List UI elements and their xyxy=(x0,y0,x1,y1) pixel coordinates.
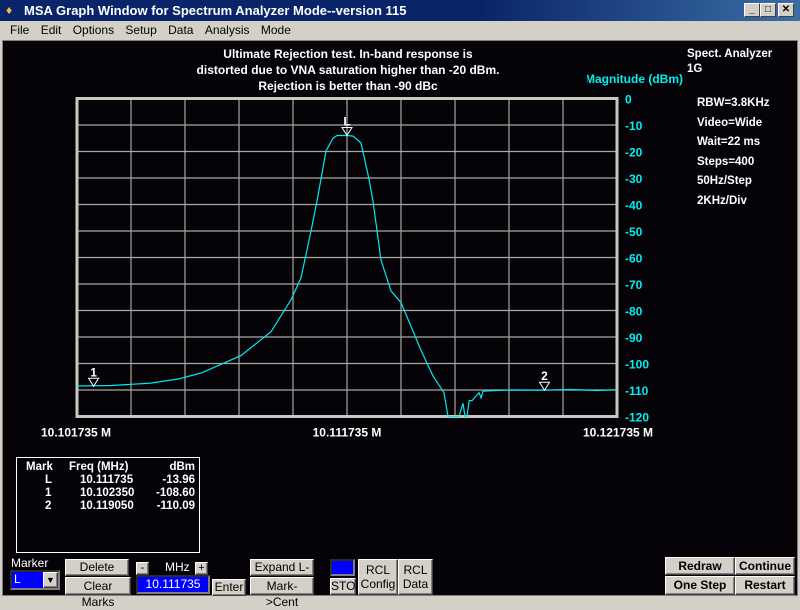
rcl-data-line: RCL xyxy=(403,563,428,577)
rcl-config-line: RCL xyxy=(365,563,390,577)
marker-select[interactable]: L ▼ xyxy=(10,570,60,590)
table-cell: 10.111735 xyxy=(80,474,134,486)
marker-label: L xyxy=(343,114,350,128)
delete-button[interactable]: Delete xyxy=(65,559,129,576)
column-header: Mark xyxy=(26,461,53,473)
y-tick-label: -10 xyxy=(625,119,643,133)
table-cell: 2 xyxy=(45,500,52,512)
marker-triangle-icon xyxy=(87,377,100,388)
color-swatch[interactable] xyxy=(330,559,355,576)
title-bar: ♦ MSA Graph Window for Spectrum Analyzer… xyxy=(0,0,800,21)
app-icon: ♦ xyxy=(6,3,13,17)
continue-button[interactable]: Continue xyxy=(735,557,795,575)
enter-button[interactable]: Enter xyxy=(212,579,246,596)
spectrum-plot: 0 -10 -20 -30 -40 -50 -60 -70 -80 -90 -100 -110 -120… xyxy=(41,93,653,440)
rcl-data-button[interactable]: RCL Data xyxy=(398,559,433,595)
mark-to-center-button[interactable]: Mark->Cent xyxy=(250,577,314,609)
marker-triangle-icon xyxy=(538,381,551,392)
y-tick-label: -40 xyxy=(625,199,643,213)
table-row: L 10.111735 -13.96 xyxy=(17,474,201,488)
menu-mode[interactable]: Mode xyxy=(261,23,291,37)
marker-label: 1 xyxy=(90,365,97,379)
y-tick-label: -120 xyxy=(625,411,649,425)
y-tick-label: -90 xyxy=(625,331,643,345)
table-row: 1 10.102350 -108.60 xyxy=(17,487,201,501)
y-tick-label: -30 xyxy=(625,172,643,186)
marker-label: 2 xyxy=(541,369,548,383)
y-tick-label: 0 xyxy=(625,93,632,107)
chevron-down-icon[interactable]: ▼ xyxy=(43,572,58,588)
y-tick-label: -50 xyxy=(625,225,643,239)
menu-data[interactable]: Data xyxy=(168,23,193,37)
table-cell: -13.96 xyxy=(162,474,195,486)
table-header: Mark Freq (MHz) dBm xyxy=(17,461,201,475)
table-cell: 1 xyxy=(45,487,52,499)
window-title: MSA Graph Window for Spectrum Analyzer M… xyxy=(24,3,407,18)
freq-minus-button[interactable]: - xyxy=(136,562,149,575)
menu-edit[interactable]: Edit xyxy=(41,23,62,37)
redraw-button[interactable]: Redraw xyxy=(665,557,735,575)
x-tick-label: 10.121735 M xyxy=(583,426,653,440)
column-header: Freq (MHz) xyxy=(69,461,129,473)
freq-plus-button[interactable]: + xyxy=(195,562,208,575)
rcl-data-line: Data xyxy=(402,577,429,591)
y-tick-label: -100 xyxy=(625,358,649,372)
table-cell: L xyxy=(45,474,53,486)
menu-setup[interactable]: Setup xyxy=(125,23,156,37)
table-cell: 10.119050 xyxy=(80,500,134,512)
table-row: 2 10.119050 -110.09 xyxy=(17,500,201,514)
maximize-button[interactable]: □ xyxy=(760,3,776,17)
y-tick-label: -60 xyxy=(625,252,643,266)
menu-options[interactable]: Options xyxy=(73,23,114,37)
restart-button[interactable]: Restart xyxy=(735,576,795,595)
table-cell: -108.60 xyxy=(155,487,195,499)
marker-label: Marker xyxy=(11,556,49,570)
column-header: dBm xyxy=(169,461,195,473)
rcl-config-button[interactable]: RCL Config xyxy=(358,559,398,595)
marker-table: Mark Freq (MHz) dBm L 10.111735 -13.96 1 10.102… xyxy=(16,457,200,553)
table-cell: -110.09 xyxy=(156,500,195,512)
one-step-button[interactable]: One Step xyxy=(665,576,735,595)
table-cell: 10.102350 xyxy=(80,487,135,499)
rcl-config-line: Config xyxy=(360,577,396,591)
y-tick-label: -70 xyxy=(625,278,643,292)
graph-area: Ultimate Rejection test. In-band respons… xyxy=(2,40,798,609)
x-tick-label: 10.111735 M xyxy=(313,426,382,440)
marker-select-value: L xyxy=(14,572,21,586)
menu-file[interactable]: File xyxy=(10,23,29,37)
menu-analysis[interactable]: Analysis xyxy=(205,23,250,37)
close-button[interactable]: ✕ xyxy=(778,3,794,17)
frequency-input[interactable]: 10.111735 xyxy=(136,575,210,594)
y-tick-label: -20 xyxy=(625,146,643,160)
mhz-label: MHz xyxy=(165,560,190,574)
menu-bar: File Edit Options Setup Data Analysis Mo… xyxy=(0,21,800,40)
y-tick-label: -80 xyxy=(625,305,643,319)
expand-lr-button[interactable]: Expand L-R xyxy=(250,559,314,589)
y-tick-label: -110 xyxy=(625,384,649,398)
sto-button[interactable]: STO xyxy=(330,578,356,595)
x-tick-label: 10.101735 M xyxy=(41,426,111,440)
minimize-button[interactable]: _ xyxy=(744,3,760,17)
clear-marks-button[interactable]: Clear Marks xyxy=(65,577,131,609)
